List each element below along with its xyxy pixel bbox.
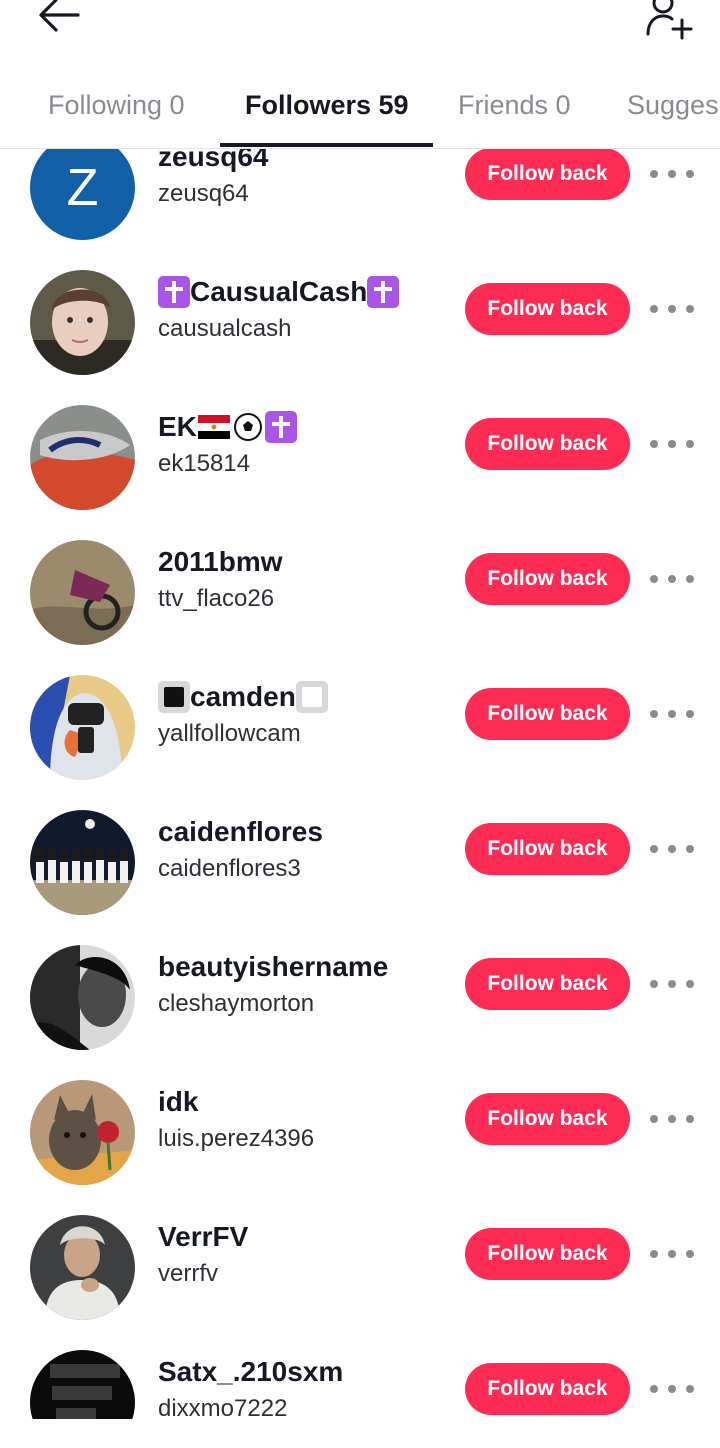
avatar[interactable] [30, 1215, 135, 1320]
display-name: 2011bmw [158, 546, 283, 577]
follow-back-button[interactable]: Follow back [465, 418, 630, 470]
follower-row[interactable]: 2011bmw ttv_flaco26 Follow back [0, 540, 720, 675]
avatar[interactable] [30, 540, 135, 645]
follower-row[interactable]: idk luis.perez4396 Follow back [0, 1080, 720, 1215]
username: ttv_flaco26 [158, 585, 275, 612]
follow-back-button[interactable]: Follow back [465, 553, 630, 605]
black-square-emoji [158, 681, 190, 713]
more-options-button[interactable] [650, 834, 694, 864]
avatar[interactable] [30, 1080, 135, 1185]
follow-back-button[interactable]: Follow back [465, 149, 630, 200]
tab-following[interactable]: Following 0 [48, 90, 185, 121]
more-options-button[interactable] [650, 969, 694, 999]
follower-row[interactable]: CausualCash causualcash Follow back [0, 270, 720, 405]
more-options-button[interactable] [650, 564, 694, 594]
username: cleshaymorton [158, 990, 315, 1017]
avatar[interactable] [30, 945, 135, 1050]
tab-suggested[interactable]: Sugges [627, 90, 719, 121]
soccer-ball-emoji [233, 413, 262, 441]
follower-row[interactable]: EK ek15814 Follow back [0, 405, 720, 540]
display-name: CausualCash [190, 276, 368, 307]
follow-back-button[interactable]: Follow back [465, 1093, 630, 1145]
display-name: idk [158, 1086, 199, 1117]
follower-row[interactable]: Z zeusq64 zeusq64 Follow back [0, 149, 720, 270]
person-add-icon [646, 0, 693, 40]
egypt-flag-emoji [197, 415, 230, 439]
avatar[interactable] [30, 675, 135, 780]
username: causualcash [158, 315, 292, 342]
follower-row[interactable]: Satx_.210sxm dixxmo7222 Follow back [0, 1350, 720, 1419]
latin-cross-emoji [158, 276, 190, 308]
latin-cross-emoji [367, 276, 400, 308]
more-options-button[interactable] [650, 429, 694, 459]
follow-back-button[interactable]: Follow back [465, 688, 630, 740]
latin-cross-emoji [264, 411, 297, 443]
white-square-emoji [295, 681, 328, 713]
follower-row[interactable]: VerrFV verrfv Follow back [0, 1215, 720, 1350]
username: ek15814 [158, 450, 251, 477]
avatar[interactable] [30, 810, 135, 915]
username: zeusq64 [158, 180, 249, 207]
top-bar [0, 0, 720, 60]
more-options-button[interactable] [650, 1374, 694, 1404]
more-options-button[interactable] [650, 159, 694, 189]
username: yallfollowcam [158, 720, 301, 747]
display-name: beautyishername [158, 951, 389, 982]
follow-back-button[interactable]: Follow back [465, 1363, 630, 1415]
username: dixxmo7222 [158, 1395, 288, 1419]
username: verrfv [158, 1260, 218, 1287]
follow-back-button[interactable]: Follow back [465, 283, 630, 335]
tab-bar: Following 0 Followers 59 Friends 0 Sugge… [0, 70, 720, 149]
username: caidenflores3 [158, 855, 301, 882]
display-name: EK [158, 411, 197, 442]
avatar[interactable] [30, 405, 135, 510]
follow-back-button[interactable]: Follow back [465, 823, 630, 875]
display-name: camden [190, 681, 296, 712]
avatar[interactable] [30, 1350, 135, 1419]
tab-friends[interactable]: Friends 0 [458, 90, 571, 121]
follower-row[interactable]: beautyishername cleshaymorton Follow bac… [0, 945, 720, 1080]
add-friend-button[interactable] [640, 0, 696, 40]
username: luis.perez4396 [158, 1125, 315, 1152]
more-options-button[interactable] [650, 1104, 694, 1134]
display-name: zeusq64 [158, 149, 269, 172]
more-options-button[interactable] [650, 294, 694, 324]
follow-back-button[interactable]: Follow back [465, 958, 630, 1010]
more-options-button[interactable] [650, 1239, 694, 1269]
display-name: VerrFV [158, 1221, 249, 1252]
followers-list[interactable]: Z zeusq64 zeusq64 Follow back CausualCas… [0, 149, 720, 1419]
avatar-letter: Z [30, 149, 135, 240]
avatar[interactable] [30, 270, 135, 375]
display-name: caidenflores [158, 816, 323, 847]
follow-back-button[interactable]: Follow back [465, 1228, 630, 1280]
arrow-left-icon [39, 0, 80, 32]
display-name: Satx_.210sxm [158, 1356, 344, 1387]
more-options-button[interactable] [650, 699, 694, 729]
back-button[interactable] [34, 0, 84, 38]
follower-row[interactable]: camden yallfollowcam Follow back [0, 675, 720, 810]
avatar[interactable]: Z [30, 149, 135, 240]
tab-followers[interactable]: Followers 59 [245, 90, 409, 121]
active-tab-indicator [220, 143, 433, 147]
follower-row[interactable]: caidenflores caidenflores3 Follow back [0, 810, 720, 945]
